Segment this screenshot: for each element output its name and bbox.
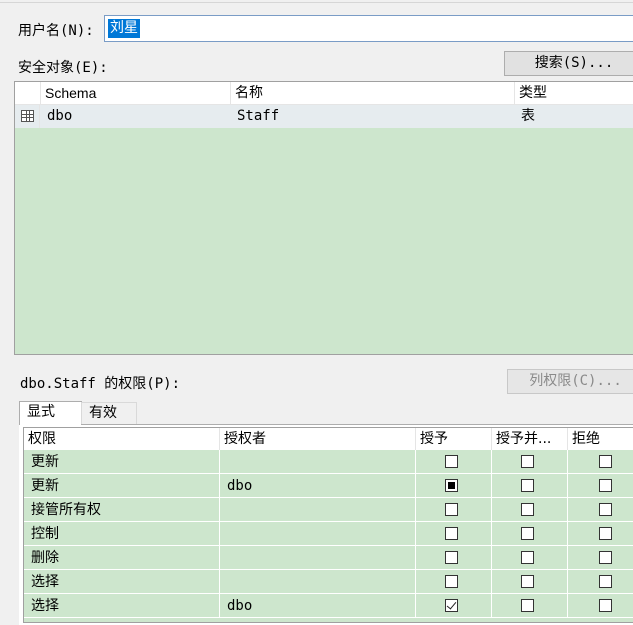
- cell-deny: [568, 474, 633, 498]
- cell-grant: [416, 474, 492, 498]
- cell-permission: 更新: [24, 450, 220, 474]
- cell-grantor: [220, 546, 416, 570]
- cell-with-grant: [492, 522, 568, 546]
- user-name-label: 用户名(N):: [18, 23, 94, 39]
- tab-effective[interactable]: 有效: [81, 402, 137, 424]
- cell-grant: [416, 522, 492, 546]
- column-permissions-button[interactable]: 列权限(C)...: [507, 369, 633, 394]
- table-icon: [21, 110, 34, 122]
- cell-deny: [568, 522, 633, 546]
- grant-checkbox[interactable]: [445, 599, 458, 612]
- table-row[interactable]: 删除: [24, 546, 633, 570]
- column-header-schema[interactable]: Schema: [41, 82, 231, 104]
- grant-checkbox[interactable]: [445, 527, 458, 540]
- cell-permission: 删除: [24, 546, 220, 570]
- table-row[interactable]: 更新: [24, 450, 633, 474]
- grant-checkbox[interactable]: [445, 479, 458, 492]
- search-button[interactable]: 搜索(S)...: [504, 51, 633, 76]
- column-header-type[interactable]: 类型: [515, 82, 633, 104]
- cell-deny: [568, 594, 633, 618]
- cell-grant: [416, 498, 492, 522]
- cell-schema: dbo: [47, 108, 73, 124]
- cell-grantor: [220, 498, 416, 522]
- table-row[interactable]: dbo Staff 表: [15, 105, 633, 128]
- cell-grantor: [220, 570, 416, 594]
- deny-checkbox[interactable]: [599, 479, 612, 492]
- tab-explicit[interactable]: 显式: [19, 401, 82, 425]
- column-header-with-grant[interactable]: 授予并...: [492, 428, 568, 450]
- cell-permission: 选择: [24, 570, 220, 594]
- deny-checkbox[interactable]: [599, 599, 612, 612]
- grant-checkbox[interactable]: [445, 551, 458, 564]
- column-header-name[interactable]: 名称: [231, 82, 515, 104]
- cell-permission: 选择: [24, 594, 220, 618]
- cell-with-grant: [492, 546, 568, 570]
- deny-checkbox[interactable]: [599, 527, 612, 540]
- table-row[interactable]: 选择: [24, 570, 633, 594]
- cell-grant: [416, 570, 492, 594]
- cell-with-grant: [492, 498, 568, 522]
- with-grant-checkbox[interactable]: [521, 503, 534, 516]
- column-header-grantor[interactable]: 授权者: [220, 428, 416, 450]
- with-grant-checkbox[interactable]: [521, 527, 534, 540]
- permissions-grid-header: 权限 授权者 授予 授予并... 拒绝: [24, 428, 633, 450]
- cell-with-grant: [492, 594, 568, 618]
- column-header-deny[interactable]: 拒绝: [568, 428, 633, 450]
- deny-checkbox[interactable]: [599, 575, 612, 588]
- permissions-label: dbo.Staff 的权限(P):: [20, 376, 181, 392]
- table-row[interactable]: 控制: [24, 522, 633, 546]
- cell-with-grant: [492, 570, 568, 594]
- cell-grantor: [220, 450, 416, 474]
- cell-type: 表: [521, 108, 535, 124]
- securables-grid-header: Schema 名称 类型: [15, 82, 633, 105]
- deny-checkbox[interactable]: [599, 551, 612, 564]
- with-grant-checkbox[interactable]: [521, 551, 534, 564]
- row-selector[interactable]: [15, 105, 40, 128]
- cell-grantor: dbo: [220, 474, 416, 498]
- user-name-value: 刘星: [108, 19, 140, 38]
- cell-grantor: [220, 522, 416, 546]
- cell-name: Staff: [237, 108, 280, 124]
- cell-grant: [416, 450, 492, 474]
- deny-checkbox[interactable]: [599, 455, 612, 468]
- cell-deny: [568, 498, 633, 522]
- cell-deny: [568, 570, 633, 594]
- cell-deny: [568, 450, 633, 474]
- cell-permission: 更新: [24, 474, 220, 498]
- column-header-grant[interactable]: 授予: [416, 428, 492, 450]
- table-row[interactable]: 选择 dbo: [24, 594, 633, 618]
- cell-deny: [568, 546, 633, 570]
- cell-grantor: dbo: [220, 594, 416, 618]
- table-row[interactable]: 更新 dbo: [24, 474, 633, 498]
- column-header-permission[interactable]: 权限: [24, 428, 220, 450]
- top-divider: [0, 2, 633, 3]
- with-grant-checkbox[interactable]: [521, 455, 534, 468]
- table-row[interactable]: 接管所有权: [24, 498, 633, 522]
- cell-permission: 接管所有权: [24, 498, 220, 522]
- cell-with-grant: [492, 450, 568, 474]
- securables-label: 安全对象(E):: [18, 60, 108, 76]
- row-selector-header: [15, 82, 41, 104]
- grant-checkbox[interactable]: [445, 575, 458, 588]
- permissions-grid[interactable]: 权限 授权者 授予 授予并... 拒绝 更新 更新 dbo 接管所有权 控制 删除 选择 选择…: [23, 427, 633, 623]
- cell-grant: [416, 594, 492, 618]
- with-grant-checkbox[interactable]: [521, 599, 534, 612]
- grant-checkbox[interactable]: [445, 503, 458, 516]
- cell-grant: [416, 546, 492, 570]
- user-name-field[interactable]: 刘星: [104, 15, 633, 42]
- cell-with-grant: [492, 474, 568, 498]
- with-grant-checkbox[interactable]: [521, 479, 534, 492]
- cell-permission: 控制: [24, 522, 220, 546]
- deny-checkbox[interactable]: [599, 503, 612, 516]
- securables-grid[interactable]: Schema 名称 类型 dbo Staff 表: [14, 81, 633, 355]
- with-grant-checkbox[interactable]: [521, 575, 534, 588]
- grant-checkbox[interactable]: [445, 455, 458, 468]
